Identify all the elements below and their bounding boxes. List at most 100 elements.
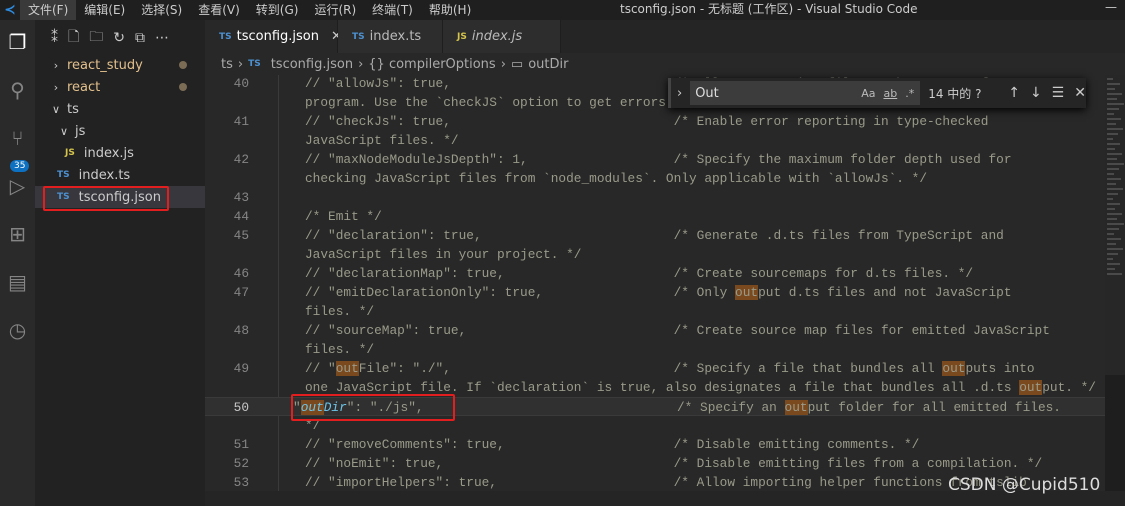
menu-item[interactable]: 编辑(E)	[76, 0, 133, 20]
breadcrumb: ts › TS tsconfig.json ›{} compilerOptions › ▭ o…	[205, 53, 1125, 75]
new-folder-icon[interactable]: 🗀	[89, 26, 103, 50]
code-text: // "maxNodeModuleJsDepth": 1, /* Specify…	[305, 152, 1012, 167]
menu-item[interactable]: 终端(T)	[364, 0, 421, 20]
watermark: CSDN @Cupid510	[948, 475, 1101, 495]
collapse-all-icon[interactable]: ⧉	[135, 30, 145, 46]
menu-item[interactable]: 运行(R)	[306, 0, 364, 20]
code-text: // "sourceMap": true, /* Create source m…	[305, 323, 1050, 338]
source-control-icon[interactable]: ⑂	[0, 120, 35, 156]
line-number: 47	[233, 285, 249, 300]
regex-button[interactable]: .*	[905, 87, 914, 100]
minimap-line	[1107, 233, 1114, 235]
tab-tsconfig-json[interactable]: TS tsconfig.json ✕	[205, 20, 342, 53]
collapse-icon[interactable]: ⁑	[51, 30, 58, 46]
ts-file-icon: TS	[248, 59, 261, 69]
modified-dot	[179, 61, 187, 69]
line-number: 53	[233, 475, 249, 490]
tree-item[interactable]: JS index.js	[35, 142, 205, 164]
menu-item[interactable]: 转到(G)	[248, 0, 307, 20]
highlight-box-outdir	[291, 394, 455, 421]
code-text: files. */	[305, 342, 375, 357]
code-line: checking JavaScript files from `node_mod…	[205, 169, 1105, 188]
minimap-line	[1107, 193, 1118, 195]
previous-match-icon[interactable]: ↑	[1008, 85, 1020, 101]
code-text: // "checkJs": true, /* Enable error repo…	[305, 114, 989, 129]
menu-item[interactable]: 文件(F)	[20, 0, 77, 20]
minimap-line	[1107, 213, 1122, 215]
code-line: files. */	[205, 340, 1105, 359]
editor-tabs: TS tsconfig.json ✕ TS index.ts JS index.js	[205, 20, 1125, 53]
code-line: 46 // "declarationMap": true, /* Create s…	[205, 264, 1105, 283]
minimap-line	[1107, 123, 1116, 125]
find-match: out	[735, 285, 759, 300]
minimap-line	[1107, 223, 1124, 225]
breadcrumb-item[interactable]: ts	[221, 57, 233, 72]
code-line: 52 // "noEmit": true, /* Disable emitting…	[205, 454, 1105, 473]
menu-item[interactable]: 选择(S)	[133, 0, 190, 20]
tree-item[interactable]: TS index.ts	[35, 164, 205, 186]
code-line: 41 // "checkJs": true, /* Enable error re…	[205, 112, 1105, 131]
remote-explorer-icon[interactable]: ▤	[0, 264, 35, 300]
tab-index-ts[interactable]: TS index.ts	[338, 20, 443, 53]
tree-item[interactable]: › react	[35, 76, 205, 98]
minimap-line	[1107, 113, 1114, 115]
tree-item[interactable]: › react_study	[35, 54, 205, 76]
minimap-line	[1107, 88, 1115, 90]
explorer-sidebar: ⁑ 🗋 🗀 ↻ ⧉ ⋯ › react_study › react ∨ ts ∨ js JS in…	[35, 20, 205, 506]
find-input[interactable]: Out Aa ab .*	[690, 81, 921, 105]
minimap-line	[1107, 153, 1122, 155]
breadcrumb-item[interactable]: outDir	[528, 57, 568, 72]
explorer-toolbar: ⁑ 🗋 🗀 ↻ ⧉ ⋯	[35, 20, 205, 56]
minimap-line	[1107, 108, 1119, 110]
line-number: 40	[233, 76, 249, 91]
next-match-icon[interactable]: ↓	[1030, 85, 1042, 101]
minimap-line	[1107, 103, 1124, 105]
modified-dot	[179, 83, 187, 91]
close-icon[interactable]: ✕	[1074, 85, 1086, 101]
files-icon[interactable]: ❐	[0, 24, 35, 60]
code-line: 44 /* Emit */	[205, 207, 1105, 226]
timeline-icon[interactable]: ◷	[0, 312, 35, 348]
match-case-button[interactable]: Aa	[861, 87, 875, 100]
menu-item[interactable]: 帮助(H)	[421, 0, 479, 20]
code-line: files. */	[205, 302, 1105, 321]
minimap-line	[1107, 138, 1113, 140]
minimap-line	[1107, 83, 1120, 85]
toggle-replace-icon[interactable]: ›	[677, 86, 682, 101]
minimap-line	[1107, 238, 1121, 240]
new-file-icon[interactable]: 🗋	[68, 26, 79, 50]
tab-index-js[interactable]: JS index.js	[443, 20, 561, 53]
code-editor[interactable]: 40// "allowJs": true, /* Allow JavaScrip…	[205, 75, 1105, 491]
tree-item-label: index.ts	[78, 167, 131, 183]
line-number: 52	[233, 456, 249, 471]
code-text: checking JavaScript files from `node_mod…	[305, 171, 928, 186]
minimize-button[interactable]: —	[1105, 0, 1117, 14]
tree-item[interactable]: ∨ ts	[35, 98, 205, 120]
extensions-icon[interactable]: ⊞	[0, 216, 35, 252]
code-text: JavaScript files. */	[305, 133, 459, 148]
find-in-selection-icon[interactable]: ☰	[1052, 85, 1065, 101]
minimap-line	[1107, 93, 1122, 95]
refresh-icon[interactable]: ↻	[113, 30, 125, 46]
tree-item[interactable]: ∨ js	[35, 120, 205, 142]
code-line: JavaScript files. */	[205, 131, 1105, 150]
match-word-button[interactable]: ab	[883, 87, 897, 100]
minimap-line	[1107, 243, 1116, 245]
code-text: // "emitDeclarationOnly": true, /* Only …	[305, 285, 1012, 300]
minimap[interactable]	[1105, 75, 1125, 375]
menu-item[interactable]: 查看(V)	[190, 0, 248, 20]
minimap-line	[1107, 273, 1122, 275]
more-icon[interactable]: ⋯	[155, 30, 169, 46]
minimap-line	[1107, 218, 1117, 220]
line-number: 48	[233, 323, 249, 338]
minimap-line	[1107, 203, 1120, 205]
minimap-line	[1107, 158, 1117, 160]
breadcrumb-item[interactable]: {} compilerOptions	[368, 57, 495, 72]
minimap-line	[1107, 118, 1121, 120]
run-debug-icon[interactable]: ▷	[0, 168, 35, 204]
search-icon[interactable]: ⚲	[0, 72, 35, 108]
minimap-line	[1107, 98, 1117, 100]
breadcrumb-item[interactable]: tsconfig.json	[271, 57, 353, 72]
line-number: 49	[233, 361, 249, 376]
find-match: out	[942, 361, 966, 376]
